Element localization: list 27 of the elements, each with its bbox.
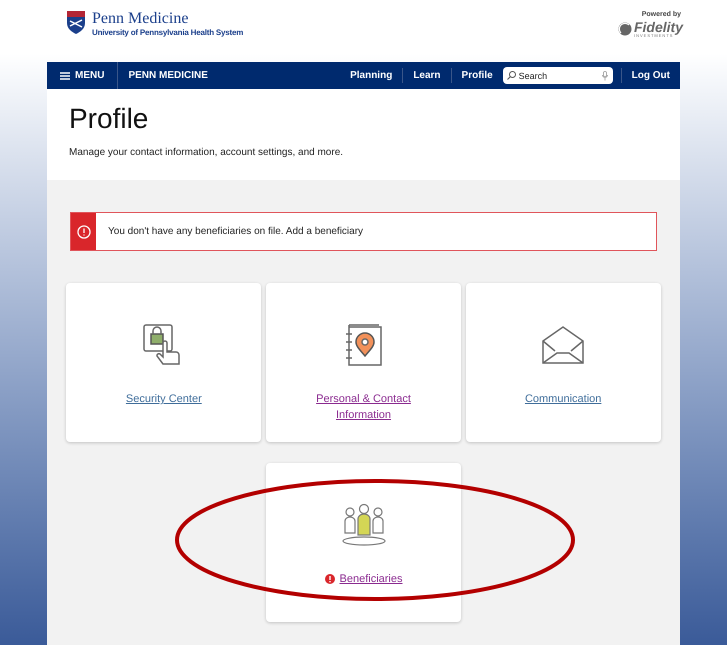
profile-card[interactable]: Beneficiaries [266, 463, 461, 622]
card-link[interactable]: Security Center [126, 391, 202, 407]
shield-logo-icon [66, 10, 86, 35]
search-icon [506, 71, 516, 80]
card-link[interactable]: Personal & Contact Information [308, 391, 418, 423]
card-link[interactable]: Beneficiaries [340, 571, 402, 587]
partner-name: Fidelity [634, 20, 683, 34]
logout-link[interactable]: Log Out [620, 68, 680, 83]
nav-link[interactable]: Planning [340, 68, 402, 83]
home-link[interactable]: PENN MEDICINE [118, 68, 218, 83]
profile-card[interactable]: Communication [466, 283, 661, 442]
profile-card[interactable]: Security Center [66, 283, 262, 442]
microphone-icon[interactable] [602, 70, 608, 80]
page-subtitle: Manage your contact information, account settings, and more. [69, 146, 344, 160]
card-link[interactable]: Communication [524, 391, 602, 407]
menu-icon [60, 72, 70, 80]
page-title: Profile [69, 103, 150, 135]
people-group-icon [340, 503, 386, 547]
nav-link[interactable]: Learn [402, 68, 451, 83]
alert-icon [76, 224, 90, 238]
search-field[interactable]: Search [502, 67, 613, 84]
envelope-icon [541, 325, 586, 365]
globe-logo-icon [618, 22, 632, 36]
brand-name: Penn Medicine [92, 10, 190, 27]
alert-message: You don't have any beneficiaries on file. Add a beneficiary [108, 225, 364, 239]
profile-card[interactable]: Personal & Contact Information [266, 283, 461, 442]
brand-subtitle: University of Pennsylvania Health System [92, 27, 244, 38]
